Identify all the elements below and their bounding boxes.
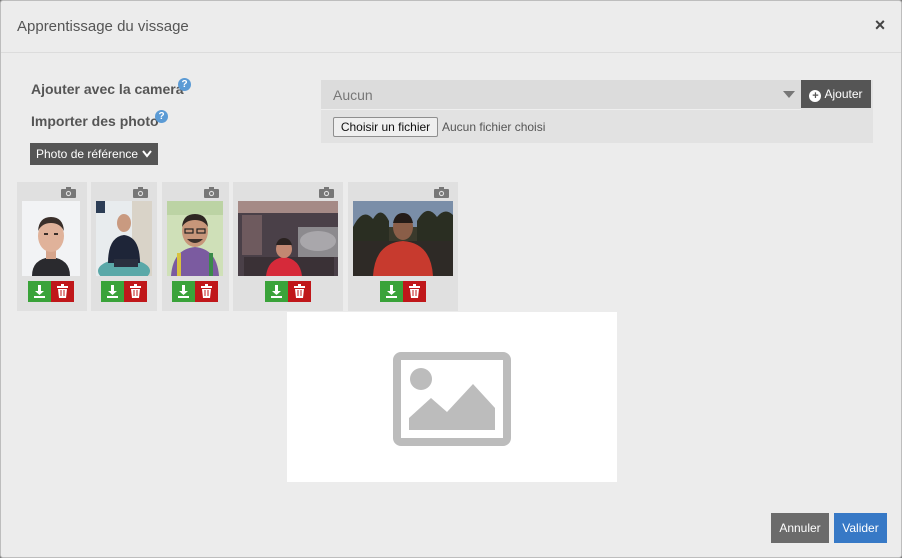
training-photo[interactable] [238, 201, 338, 276]
caret-down-icon [783, 91, 795, 98]
camera-select[interactable]: Aucun [321, 80, 801, 110]
trash-icon[interactable] [288, 281, 311, 302]
camera-select-value: Aucun [333, 87, 373, 103]
add-button-label: Ajouter [824, 87, 863, 101]
download-icon[interactable] [172, 281, 195, 302]
validate-button[interactable]: Valider [834, 513, 887, 543]
trash-icon[interactable] [195, 281, 218, 302]
trash-icon[interactable] [51, 281, 74, 302]
training-photo[interactable] [167, 201, 223, 276]
choose-file-button[interactable]: Choisir un fichier [333, 117, 438, 137]
photo-card [162, 182, 229, 311]
reference-photo-dropdown[interactable]: Photo de référence [30, 143, 158, 165]
photo-actions [380, 281, 426, 302]
add-button[interactable]: + Ajouter [801, 80, 871, 108]
camera-icon[interactable] [204, 186, 219, 198]
camera-icon[interactable] [434, 186, 449, 198]
photo-card [17, 182, 87, 311]
image-placeholder-icon [393, 352, 511, 446]
trash-icon[interactable] [124, 281, 147, 302]
plus-circle-icon: + [809, 90, 822, 102]
download-icon[interactable] [265, 281, 288, 302]
training-photo[interactable] [353, 201, 453, 276]
file-status: Aucun fichier choisi [442, 120, 546, 134]
training-photo[interactable] [96, 201, 152, 276]
face-learning-modal: Apprentissage du vissage × Ajouter avec … [0, 0, 902, 558]
photo-actions [101, 281, 147, 302]
help-icon[interactable]: ? [178, 78, 191, 91]
camera-icon[interactable] [61, 186, 76, 198]
modal-title: Apprentissage du vissage [17, 18, 189, 35]
download-icon[interactable] [380, 281, 403, 302]
photo-card [348, 182, 458, 311]
photo-actions [265, 281, 311, 302]
modal-header: Apprentissage du vissage × [1, 1, 901, 53]
download-icon[interactable] [101, 281, 124, 302]
camera-import-panel: Aucun + Ajouter Choisir un fichier Aucun … [321, 80, 873, 143]
import-label: Importer des photo [31, 113, 159, 129]
photo-preview [287, 312, 617, 482]
reference-photo-label: Photo de référence [36, 147, 139, 161]
photo-actions [172, 281, 218, 302]
reference-photo[interactable] [22, 201, 80, 276]
cancel-button[interactable]: Annuler [771, 513, 829, 543]
camera-icon[interactable] [133, 186, 148, 198]
photo-actions [28, 281, 74, 302]
close-icon[interactable]: × [871, 15, 889, 35]
download-icon[interactable] [28, 281, 51, 302]
chevron-down-icon [142, 143, 152, 173]
camera-icon[interactable] [319, 186, 334, 198]
camera-label: Ajouter avec la camera [31, 81, 184, 97]
photo-card [91, 182, 157, 311]
help-icon[interactable]: ? [155, 110, 168, 123]
photo-card [233, 182, 343, 311]
trash-icon[interactable] [403, 281, 426, 302]
